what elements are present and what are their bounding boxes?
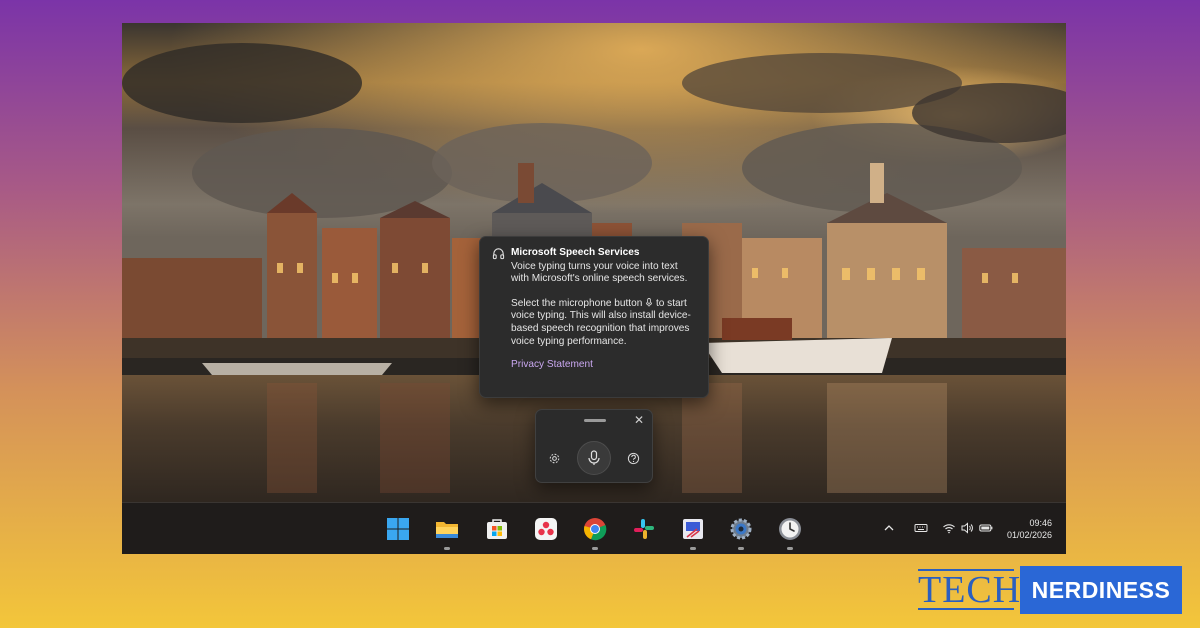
desktop-screenshot: Microsoft Speech Services Voice typing t… [122, 23, 1066, 554]
running-indicator [592, 547, 598, 550]
gear-icon[interactable] [548, 452, 561, 465]
headphones-icon [492, 248, 505, 260]
microphone-button[interactable] [577, 441, 611, 475]
google-chrome-icon[interactable] [583, 517, 607, 541]
logo-word-tech: TECH [918, 566, 1020, 614]
slack-icon[interactable] [632, 517, 656, 541]
microphone-inline-icon [646, 297, 653, 307]
file-explorer-icon[interactable] [435, 517, 459, 541]
microphone-icon [588, 450, 600, 465]
logo-word-nerdiness: NERDINESS [1020, 566, 1182, 614]
running-indicator [444, 547, 450, 550]
snipping-tool-icon[interactable] [681, 517, 705, 541]
taskbar: 09:46 01/02/2026 [122, 502, 1066, 554]
clock-date: 01/02/2026 [1006, 530, 1052, 540]
start-windows-icon[interactable] [386, 517, 410, 541]
tooltip-title: Microsoft Speech Services [511, 247, 640, 258]
system-clock[interactable]: 09:46 01/02/2026 [1007, 517, 1052, 541]
chevron-up-icon[interactable] [882, 521, 896, 535]
wifi-icon[interactable] [942, 521, 956, 535]
running-indicator [738, 547, 744, 550]
running-indicator [690, 547, 696, 550]
clock-time: 09:46 [1029, 518, 1052, 528]
drag-handle[interactable] [584, 419, 606, 422]
settings-gear-icon[interactable] [729, 517, 753, 541]
help-icon[interactable] [627, 452, 640, 465]
volume-icon[interactable] [960, 521, 974, 535]
tooltip-paragraph-2: Select the microphone button to start vo… [511, 298, 696, 348]
clock-app-icon[interactable] [778, 517, 802, 541]
battery-icon[interactable] [979, 521, 993, 535]
speech-services-tooltip: Microsoft Speech Services Voice typing t… [479, 236, 709, 398]
keyboard-icon[interactable] [914, 521, 928, 535]
tooltip-paragraph-1: Voice typing turns your voice into text … [511, 260, 688, 285]
close-button[interactable]: ✕ [634, 413, 644, 427]
voice-typing-panel: ✕ [535, 409, 653, 483]
running-indicator [787, 547, 793, 550]
tooltip-paragraph-2-start: Select the microphone button [511, 297, 643, 309]
privacy-statement-link[interactable]: Privacy Statement [511, 359, 696, 372]
microsoft-365-icon[interactable] [534, 517, 558, 541]
microsoft-store-icon[interactable] [485, 517, 509, 541]
